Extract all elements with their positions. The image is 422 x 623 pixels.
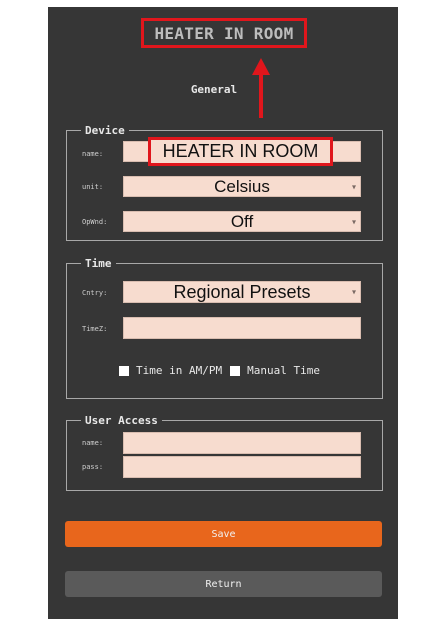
save-button[interactable]: Save — [65, 521, 382, 547]
return-button[interactable]: Return — [65, 571, 382, 597]
timezone-input[interactable] — [123, 317, 361, 339]
up-arrow-annotation-icon — [252, 58, 270, 75]
country-value: Regional Presets — [173, 281, 311, 302]
manual-time-label: Manual Time — [247, 364, 320, 377]
page-title: HEATER IN ROOM — [154, 23, 294, 43]
unit-label: unit: — [82, 183, 104, 191]
ampm-label: Time in AM/PM — [136, 364, 223, 377]
user-name-label: name: — [82, 439, 104, 447]
ampm-checkbox-icon[interactable] — [119, 365, 129, 376]
device-name-label: name: — [82, 150, 104, 158]
page-title-highlight: HEATER IN ROOM — [141, 18, 307, 48]
arrow-annotation-shaft — [259, 74, 263, 118]
opmode-select[interactable]: Off ▾ — [123, 211, 361, 232]
general-heading: General — [190, 83, 238, 96]
chevron-down-icon: ▾ — [351, 287, 356, 297]
device-legend: Device — [85, 124, 125, 137]
password-input[interactable] — [123, 456, 361, 478]
time-legend: Time — [85, 257, 112, 270]
country-label: Cntry: — [82, 289, 108, 297]
opmode-value: Off — [230, 211, 254, 231]
unit-select[interactable]: Celsius ▾ — [123, 176, 361, 197]
user-access-legend: User Access — [85, 414, 158, 427]
chevron-down-icon: ▾ — [351, 182, 356, 191]
chevron-down-icon: ▾ — [351, 217, 356, 226]
device-name-value: HEATER IN ROOM — [162, 141, 319, 161]
user-name-input[interactable] — [123, 432, 361, 454]
country-select[interactable]: Regional Presets ▾ — [123, 281, 361, 303]
unit-value: Celsius — [214, 176, 270, 196]
password-label: pass: — [82, 463, 104, 471]
timezone-label: TimeZ: — [82, 325, 108, 333]
opmode-label: OpWnd: — [82, 218, 108, 226]
device-name-highlight[interactable]: HEATER IN ROOM — [148, 137, 333, 166]
time-options-row: Time in AM/PM Manual Time — [119, 364, 320, 377]
manual-time-checkbox-icon[interactable] — [230, 365, 241, 376]
